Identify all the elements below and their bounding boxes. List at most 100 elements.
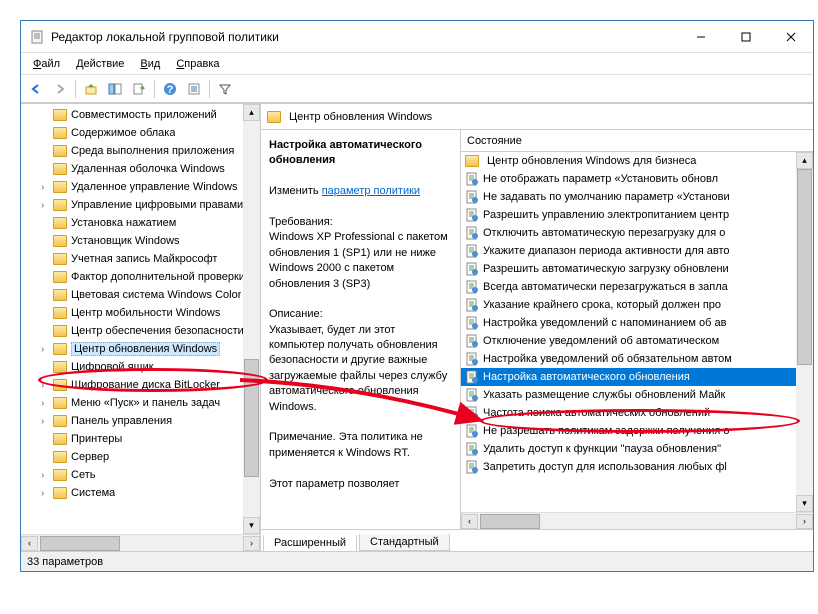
folder-icon bbox=[53, 397, 67, 409]
tree-pane: Совместимость приложенийСодержимое облак… bbox=[21, 104, 261, 551]
list-item-label: Настройка уведомлений с напоминанием об … bbox=[483, 317, 726, 329]
tree-item[interactable]: Центр мобильности Windows bbox=[21, 304, 260, 322]
maximize-button[interactable] bbox=[723, 22, 768, 52]
list-item[interactable]: Не задавать по умолчанию параметр «Устан… bbox=[461, 188, 796, 206]
list-item[interactable]: Укажите диапазон периода активности для … bbox=[461, 242, 796, 260]
list-header[interactable]: Состояние bbox=[461, 130, 813, 152]
list-item[interactable]: Указание крайнего срока, который должен … bbox=[461, 296, 796, 314]
scroll-thumb[interactable] bbox=[40, 536, 120, 551]
list-item[interactable]: Разрешить автоматическую загрузку обновл… bbox=[461, 260, 796, 278]
forward-button[interactable] bbox=[49, 78, 71, 100]
help-button[interactable]: ? bbox=[159, 78, 181, 100]
minimize-button[interactable] bbox=[678, 22, 723, 52]
tree-item[interactable]: Содержимое облака bbox=[21, 124, 260, 142]
tree-item[interactable]: Принтеры bbox=[21, 430, 260, 448]
content-area: Совместимость приложенийСодержимое облак… bbox=[21, 103, 813, 551]
policy-icon bbox=[465, 352, 479, 366]
scroll-down-button[interactable]: ▾ bbox=[243, 517, 260, 534]
main-window: Редактор локальной групповой политики Фа… bbox=[20, 20, 814, 572]
desc-text: Указывает, будет ли этот компьютер получ… bbox=[269, 324, 447, 413]
policy-icon bbox=[465, 172, 479, 186]
tree-item[interactable]: Центр обеспечения безопасности bbox=[21, 322, 260, 340]
tree-vscroll[interactable]: ▴ ▾ bbox=[243, 104, 260, 534]
status-text: 33 параметров bbox=[27, 556, 103, 568]
scroll-left-button[interactable]: ‹ bbox=[21, 536, 38, 551]
menu-action[interactable]: Действие bbox=[68, 56, 132, 72]
tree-item[interactable]: Сервер bbox=[21, 448, 260, 466]
close-button[interactable] bbox=[768, 22, 813, 52]
list-item[interactable]: Настройка уведомлений с напоминанием об … bbox=[461, 314, 796, 332]
tree-item[interactable]: Цветовая система Windows Color bbox=[21, 286, 260, 304]
tree-item[interactable]: Фактор дополнительной проверки bbox=[21, 268, 260, 286]
edit-policy-link[interactable]: параметр политики bbox=[322, 185, 420, 197]
policy-icon bbox=[465, 406, 479, 420]
list-hscroll[interactable]: ‹ › bbox=[461, 512, 813, 529]
tree-item[interactable]: Меню «Пуск» и панель задач bbox=[21, 394, 260, 412]
properties-button[interactable] bbox=[183, 78, 205, 100]
tree-item[interactable]: Совместимость приложений bbox=[21, 106, 260, 124]
menu-file[interactable]: Файл bbox=[25, 56, 68, 72]
tree-item[interactable]: Система bbox=[21, 484, 260, 502]
tree-label: Шифрование диска BitLocker bbox=[71, 379, 220, 391]
menu-help[interactable]: Справка bbox=[168, 56, 227, 72]
list-item-label: Отключить автоматическую перезагрузку дл… bbox=[483, 227, 725, 239]
folder-icon bbox=[53, 325, 67, 337]
list-item[interactable]: Отключение уведомлений об автоматическом bbox=[461, 332, 796, 350]
tree-label: Сервер bbox=[71, 451, 109, 463]
policy-icon bbox=[465, 370, 479, 384]
tree-item[interactable]: Установщик Windows bbox=[21, 232, 260, 250]
tree-item[interactable]: Удаленная оболочка Windows bbox=[21, 160, 260, 178]
menu-view[interactable]: Вид bbox=[132, 56, 168, 72]
list-body[interactable]: Центр обновления Windows для бизнесаНе о… bbox=[461, 152, 813, 512]
svg-text:?: ? bbox=[167, 84, 174, 96]
list-item[interactable]: Удалить доступ к функции "пауза обновлен… bbox=[461, 440, 796, 458]
list-item[interactable]: Частота поиска автоматических обновлений bbox=[461, 404, 796, 422]
list-item[interactable]: Настройка уведомлений об обязательном ав… bbox=[461, 350, 796, 368]
folder-icon bbox=[53, 235, 67, 247]
list-item[interactable]: Отключить автоматическую перезагрузку дл… bbox=[461, 224, 796, 242]
policy-icon bbox=[465, 226, 479, 240]
folder-icon bbox=[53, 253, 67, 265]
tree-label: Панель управления bbox=[71, 415, 172, 427]
list-vscroll[interactable]: ▴ ▾ bbox=[796, 152, 813, 512]
list-item[interactable]: Всегда автоматически перезагружаться в з… bbox=[461, 278, 796, 296]
folder-icon bbox=[53, 307, 67, 319]
list-item[interactable]: Разрешить управлению электропитанием цен… bbox=[461, 206, 796, 224]
tree-hscroll[interactable]: ‹ › bbox=[21, 534, 260, 551]
tree-item[interactable]: Панель управления bbox=[21, 412, 260, 430]
tab-extended[interactable]: Расширенный bbox=[263, 535, 357, 551]
scroll-right-button[interactable]: › bbox=[243, 536, 260, 551]
tab-standard[interactable]: Стандартный bbox=[359, 534, 450, 551]
folder-icon bbox=[53, 469, 67, 481]
list-item[interactable]: Не отображать параметр «Установить обнов… bbox=[461, 170, 796, 188]
scroll-up-button[interactable]: ▴ bbox=[243, 104, 260, 121]
folder-icon bbox=[53, 145, 67, 157]
tree-item[interactable]: Цифровой ящик bbox=[21, 358, 260, 376]
tree-item[interactable]: Среда выполнения приложения bbox=[21, 142, 260, 160]
export-button[interactable] bbox=[128, 78, 150, 100]
list-item[interactable]: Не разрешать политикам задержки получени… bbox=[461, 422, 796, 440]
policy-icon bbox=[465, 424, 479, 438]
tree-label: Среда выполнения приложения bbox=[71, 145, 234, 157]
list-item[interactable]: Запретить доступ для использования любых… bbox=[461, 458, 796, 476]
tree-label: Цифровой ящик bbox=[71, 361, 154, 373]
tree-item[interactable]: Учетная запись Майкрософт bbox=[21, 250, 260, 268]
up-button[interactable] bbox=[80, 78, 102, 100]
list-item[interactable]: Центр обновления Windows для бизнеса bbox=[461, 152, 796, 170]
folder-icon bbox=[53, 451, 67, 463]
filter-button[interactable] bbox=[214, 78, 236, 100]
tree-body[interactable]: Совместимость приложенийСодержимое облак… bbox=[21, 104, 260, 534]
tree-item[interactable]: Удаленное управление Windows bbox=[21, 178, 260, 196]
tree-item[interactable]: Сеть bbox=[21, 466, 260, 484]
tree-item[interactable]: Установка нажатием bbox=[21, 214, 260, 232]
show-hide-tree-button[interactable] bbox=[104, 78, 126, 100]
list-item[interactable]: Настройка автоматического обновления bbox=[461, 368, 796, 386]
tree-item[interactable]: Шифрование диска BitLocker bbox=[21, 376, 260, 394]
tree-item[interactable]: Центр обновления Windows bbox=[21, 340, 260, 358]
tree-item[interactable]: Управление цифровыми правами bbox=[21, 196, 260, 214]
description-pane: Настройка автоматического обновления Изм… bbox=[261, 130, 461, 529]
extra-text: Этот параметр позволяет bbox=[269, 478, 399, 490]
policy-icon bbox=[465, 208, 479, 222]
back-button[interactable] bbox=[25, 78, 47, 100]
list-item[interactable]: Указать размещение службы обновлений Май… bbox=[461, 386, 796, 404]
